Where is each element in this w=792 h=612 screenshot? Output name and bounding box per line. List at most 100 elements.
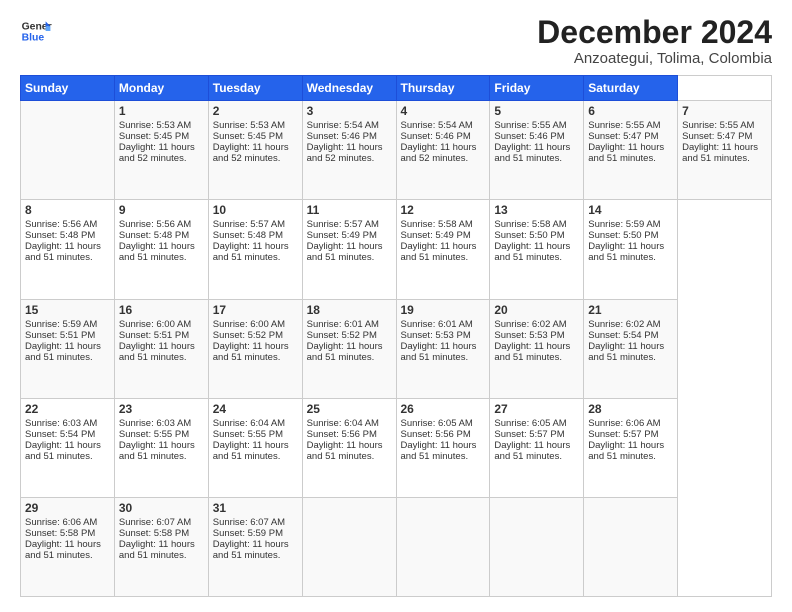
week-row-3: 15Sunrise: 5:59 AMSunset: 5:51 PMDayligh… bbox=[21, 299, 772, 398]
calendar-cell: 22Sunrise: 6:03 AMSunset: 5:54 PMDayligh… bbox=[21, 398, 115, 497]
day-info-line: Sunrise: 6:06 AM bbox=[588, 418, 673, 429]
calendar-header-row: Sunday Monday Tuesday Wednesday Thursday… bbox=[21, 76, 772, 101]
day-info-line: Sunrise: 6:03 AM bbox=[25, 418, 110, 429]
day-info-line: and 51 minutes. bbox=[401, 252, 486, 263]
day-number: 3 bbox=[307, 104, 392, 118]
day-number: 16 bbox=[119, 303, 204, 317]
calendar-cell: 9Sunrise: 5:56 AMSunset: 5:48 PMDaylight… bbox=[114, 200, 208, 299]
day-info-line: and 51 minutes. bbox=[25, 451, 110, 462]
day-number: 12 bbox=[401, 203, 486, 217]
day-info-line: and 51 minutes. bbox=[494, 252, 579, 263]
day-info-line: and 51 minutes. bbox=[119, 352, 204, 363]
calendar-table: Sunday Monday Tuesday Wednesday Thursday… bbox=[20, 75, 772, 597]
day-info-line: Sunrise: 5:53 AM bbox=[213, 120, 298, 131]
day-info-line: Daylight: 11 hours bbox=[213, 440, 298, 451]
day-info-line: and 52 minutes. bbox=[213, 153, 298, 164]
day-info-line: and 51 minutes. bbox=[307, 352, 392, 363]
day-info-line: Daylight: 11 hours bbox=[213, 539, 298, 550]
day-info-line: Sunset: 5:57 PM bbox=[494, 429, 579, 440]
day-info-line: Sunset: 5:53 PM bbox=[401, 330, 486, 341]
day-info-line: Sunset: 5:59 PM bbox=[213, 528, 298, 539]
day-number: 30 bbox=[119, 501, 204, 515]
day-number: 13 bbox=[494, 203, 579, 217]
calendar-cell: 29Sunrise: 6:06 AMSunset: 5:58 PMDayligh… bbox=[21, 497, 115, 596]
calendar-cell: 30Sunrise: 6:07 AMSunset: 5:58 PMDayligh… bbox=[114, 497, 208, 596]
day-info-line: Sunrise: 5:55 AM bbox=[682, 120, 767, 131]
day-info-line: Daylight: 11 hours bbox=[588, 142, 673, 153]
day-info-line: Sunset: 5:45 PM bbox=[119, 131, 204, 142]
day-info-line: Sunrise: 6:04 AM bbox=[307, 418, 392, 429]
day-number: 1 bbox=[119, 104, 204, 118]
calendar-cell: 7Sunrise: 5:55 AMSunset: 5:47 PMDaylight… bbox=[678, 101, 772, 200]
main-title: December 2024 bbox=[537, 15, 772, 50]
day-number: 8 bbox=[25, 203, 110, 217]
day-info-line: and 51 minutes. bbox=[213, 352, 298, 363]
day-info-line: Daylight: 11 hours bbox=[307, 241, 392, 252]
day-info-line: Daylight: 11 hours bbox=[588, 241, 673, 252]
day-info-line: Sunset: 5:56 PM bbox=[307, 429, 392, 440]
day-info-line: Sunrise: 6:07 AM bbox=[119, 517, 204, 528]
day-number: 29 bbox=[25, 501, 110, 515]
day-info-line: Sunrise: 6:07 AM bbox=[213, 517, 298, 528]
day-info-line: Sunrise: 6:00 AM bbox=[213, 319, 298, 330]
day-info-line: Sunset: 5:50 PM bbox=[588, 230, 673, 241]
day-number: 25 bbox=[307, 402, 392, 416]
day-number: 4 bbox=[401, 104, 486, 118]
header: General Blue December 2024 Anzoategui, T… bbox=[20, 15, 772, 67]
day-info-line: Daylight: 11 hours bbox=[401, 241, 486, 252]
day-info-line: Daylight: 11 hours bbox=[119, 142, 204, 153]
day-info-line: Daylight: 11 hours bbox=[307, 142, 392, 153]
calendar-cell: 2Sunrise: 5:53 AMSunset: 5:45 PMDaylight… bbox=[208, 101, 302, 200]
day-number: 2 bbox=[213, 104, 298, 118]
day-number: 19 bbox=[401, 303, 486, 317]
day-info-line: Sunset: 5:48 PM bbox=[119, 230, 204, 241]
week-row-4: 22Sunrise: 6:03 AMSunset: 5:54 PMDayligh… bbox=[21, 398, 772, 497]
day-info-line: and 51 minutes. bbox=[307, 252, 392, 263]
day-info-line: Sunset: 5:52 PM bbox=[213, 330, 298, 341]
day-info-line: Daylight: 11 hours bbox=[119, 539, 204, 550]
title-block: December 2024 Anzoategui, Tolima, Colomb… bbox=[537, 15, 772, 67]
calendar-cell: 27Sunrise: 6:05 AMSunset: 5:57 PMDayligh… bbox=[490, 398, 584, 497]
day-info-line: Daylight: 11 hours bbox=[401, 142, 486, 153]
calendar-cell: 5Sunrise: 5:55 AMSunset: 5:46 PMDaylight… bbox=[490, 101, 584, 200]
col-sunday: Sunday bbox=[21, 76, 115, 101]
day-info-line: Sunrise: 5:54 AM bbox=[401, 120, 486, 131]
day-number: 5 bbox=[494, 104, 579, 118]
day-info-line: Daylight: 11 hours bbox=[588, 341, 673, 352]
day-info-line: and 51 minutes. bbox=[213, 451, 298, 462]
day-info-line: Sunrise: 6:05 AM bbox=[401, 418, 486, 429]
day-info-line: Sunrise: 5:56 AM bbox=[25, 219, 110, 230]
day-info-line: and 51 minutes. bbox=[307, 451, 392, 462]
day-info-line: and 51 minutes. bbox=[119, 550, 204, 561]
day-info-line: Sunrise: 5:59 AM bbox=[588, 219, 673, 230]
day-info-line: Sunset: 5:51 PM bbox=[119, 330, 204, 341]
calendar-cell: 23Sunrise: 6:03 AMSunset: 5:55 PMDayligh… bbox=[114, 398, 208, 497]
day-number: 15 bbox=[25, 303, 110, 317]
calendar-cell: 8Sunrise: 5:56 AMSunset: 5:48 PMDaylight… bbox=[21, 200, 115, 299]
day-info-line: Sunrise: 5:53 AM bbox=[119, 120, 204, 131]
page: General Blue December 2024 Anzoategui, T… bbox=[0, 0, 792, 612]
day-number: 18 bbox=[307, 303, 392, 317]
day-info-line: and 52 minutes. bbox=[307, 153, 392, 164]
day-info-line: Daylight: 11 hours bbox=[25, 440, 110, 451]
day-info-line: Sunrise: 6:04 AM bbox=[213, 418, 298, 429]
day-info-line: Sunrise: 5:57 AM bbox=[307, 219, 392, 230]
day-info-line: Sunset: 5:55 PM bbox=[119, 429, 204, 440]
day-info-line: Sunset: 5:55 PM bbox=[213, 429, 298, 440]
calendar-cell: 3Sunrise: 5:54 AMSunset: 5:46 PMDaylight… bbox=[302, 101, 396, 200]
day-info-line: and 51 minutes. bbox=[588, 451, 673, 462]
col-tuesday: Tuesday bbox=[208, 76, 302, 101]
calendar-cell bbox=[490, 497, 584, 596]
day-info-line: Sunrise: 5:57 AM bbox=[213, 219, 298, 230]
day-info-line: Sunset: 5:46 PM bbox=[401, 131, 486, 142]
day-number: 11 bbox=[307, 203, 392, 217]
day-info-line: Sunset: 5:48 PM bbox=[25, 230, 110, 241]
day-number: 9 bbox=[119, 203, 204, 217]
calendar-cell: 14Sunrise: 5:59 AMSunset: 5:50 PMDayligh… bbox=[584, 200, 678, 299]
calendar-cell: 26Sunrise: 6:05 AMSunset: 5:56 PMDayligh… bbox=[396, 398, 490, 497]
day-info-line: and 51 minutes. bbox=[494, 352, 579, 363]
day-info-line: Sunrise: 5:58 AM bbox=[401, 219, 486, 230]
day-info-line: Sunrise: 6:05 AM bbox=[494, 418, 579, 429]
calendar-cell: 15Sunrise: 5:59 AMSunset: 5:51 PMDayligh… bbox=[21, 299, 115, 398]
day-info-line: Daylight: 11 hours bbox=[682, 142, 767, 153]
